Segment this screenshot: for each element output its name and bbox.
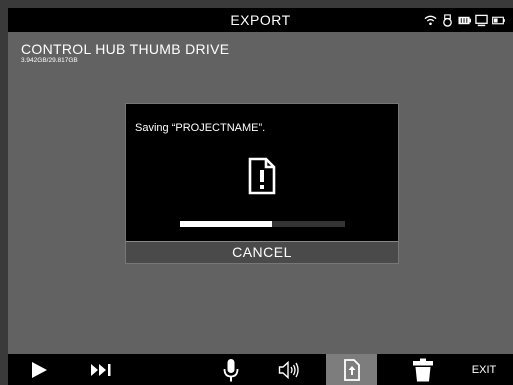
device-name: CONTROL HUB THUMB DRIVE [21,41,230,57]
status-icons [424,13,505,27]
exit-button[interactable]: EXIT [464,354,504,385]
cancel-button[interactable]: CANCEL [126,241,398,263]
export-icon [343,358,360,381]
speaker-button[interactable] [272,354,306,385]
device-capacity: 3.942GB/29.817GB [21,57,78,64]
play-icon [32,361,47,378]
play-button[interactable] [22,354,56,385]
trash-icon [413,358,433,381]
export-screen: EXPORT CONTROL HUB THUMB DRIVE 3.942GB/2… [8,8,513,385]
saving-dialog: Saving “PROJECTNAME”. CANCEL [125,103,399,264]
battery-icon [458,16,471,24]
battery-level-icon [492,16,505,24]
storage-device-info: CONTROL HUB THUMB DRIVE 3.942GB/29.817GB [21,41,229,64]
delete-button[interactable] [406,354,440,385]
export-button[interactable] [326,354,377,385]
wifi-icon [424,15,437,25]
document-alert-icon [248,157,276,195]
usb-drive-icon [443,13,452,27]
microphone-button[interactable] [214,354,248,385]
bottom-toolbar: EXIT [8,354,513,385]
saving-message: Saving “PROJECTNAME”. [135,122,266,134]
save-progress-bar [180,221,345,227]
skip-forward-icon [91,363,111,376]
skip-forward-button[interactable] [84,354,118,385]
top-bar: EXPORT [8,8,513,32]
speaker-icon [278,360,299,379]
microphone-icon [223,358,239,381]
monitor-icon [475,14,488,26]
progress-fill [180,221,273,227]
